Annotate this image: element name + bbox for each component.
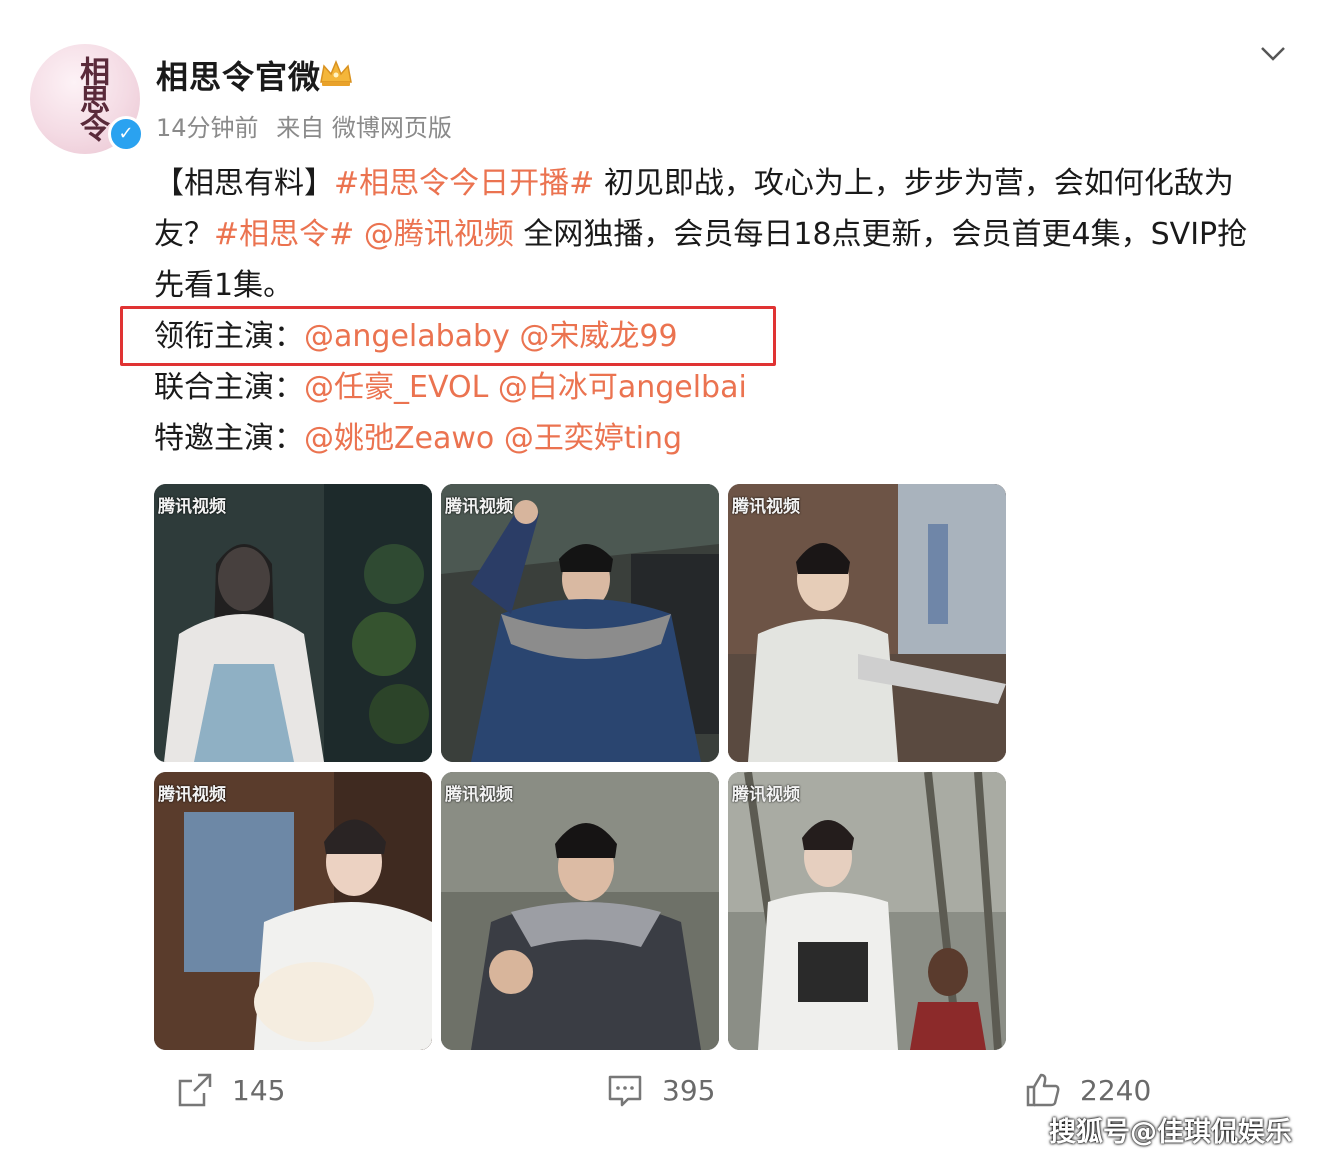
mention-link[interactable]: @王奕婷ting [504, 421, 682, 456]
video-watermark: 腾讯视频 [158, 785, 226, 805]
mention-link[interactable]: @白冰可angelbai [498, 370, 747, 405]
video-watermark: 腾讯视频 [732, 785, 800, 805]
comment-button[interactable]: 395 [606, 1070, 715, 1110]
photo-drama-still [154, 484, 432, 762]
repost-count: 145 [232, 1073, 286, 1107]
thumbs-up-icon [1026, 1073, 1060, 1107]
comment-count: 395 [662, 1073, 716, 1107]
post-image[interactable]: 腾讯视频 [154, 484, 432, 762]
photo-drama-still [728, 772, 1006, 1050]
photo-drama-still [441, 484, 719, 762]
crown-icon [320, 60, 352, 86]
repost-button[interactable]: 145 [176, 1070, 285, 1110]
cast-special-line: 特邀主演：@姚弛Zeawo @王奕婷ting [154, 421, 682, 456]
avatar[interactable]: 相思令 ✓ [30, 44, 144, 154]
video-watermark: 腾讯视频 [732, 497, 800, 517]
video-watermark: 腾讯视频 [445, 497, 513, 517]
avatar-logo: 相思令 [74, 56, 109, 140]
like-count: 2240 [1080, 1073, 1152, 1107]
post-meta: 14分钟前 来自 微博网页版 [156, 108, 452, 143]
photo-drama-still [728, 484, 1006, 762]
post-source: 来自 微博网页版 [276, 114, 452, 142]
username[interactable]: 相思令官微 [156, 52, 321, 98]
like-button[interactable]: 2240 [1024, 1070, 1151, 1110]
weibo-post-card: 相思令 ✓ 相思令官微 14分钟前 来自 微博网页版 【相思有料】#相思令今日开… [8, 0, 1322, 1158]
mention-link[interactable]: @任豪_EVOL [304, 370, 488, 405]
image-grid: 腾讯视频 腾讯视频 腾讯视频 腾讯视频 腾讯视频 腾讯视频 [154, 484, 1006, 1050]
post-image[interactable]: 腾讯视频 [728, 772, 1006, 1050]
verified-badge-icon: ✓ [108, 116, 144, 152]
post-image[interactable]: 腾讯视频 [441, 772, 719, 1050]
mention-link[interactable]: @姚弛Zeawo [304, 421, 494, 456]
photo-drama-still [441, 772, 719, 1050]
hashtag-link[interactable]: #相思令今日开播# [334, 166, 594, 201]
cast-joint-line: 联合主演：@任豪_EVOL @白冰可angelbai [154, 370, 747, 405]
mention-link[interactable]: @腾讯视频 [364, 217, 514, 252]
share-icon [178, 1073, 212, 1107]
video-watermark: 腾讯视频 [158, 497, 226, 517]
post-image[interactable]: 腾讯视频 [441, 484, 719, 762]
photo-drama-still [154, 772, 432, 1050]
comment-icon [608, 1075, 642, 1107]
chevron-down-icon[interactable] [1258, 42, 1288, 66]
hashtag-link[interactable]: #相思令# [214, 217, 354, 252]
red-highlight-box [120, 306, 776, 366]
post-time[interactable]: 14分钟前 [156, 114, 259, 142]
post-image[interactable]: 腾讯视频 [154, 772, 432, 1050]
source-watermark: 搜狐号@佳琪侃娱乐 [1049, 1117, 1292, 1148]
post-image[interactable]: 腾讯视频 [728, 484, 1006, 762]
video-watermark: 腾讯视频 [445, 785, 513, 805]
